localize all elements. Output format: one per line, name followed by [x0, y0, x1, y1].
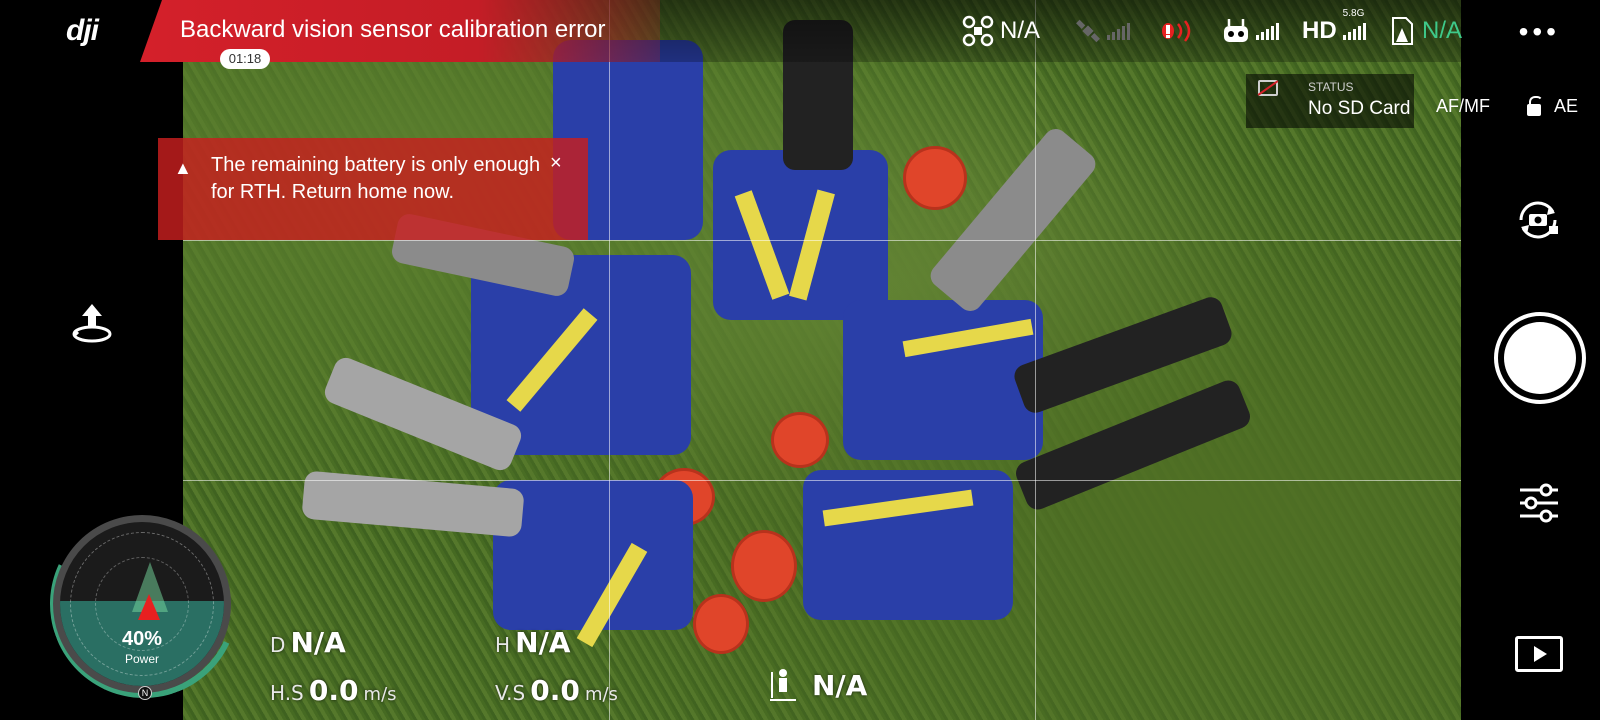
grid-line — [183, 480, 1461, 481]
error-banner-text[interactable]: Backward vision sensor calibration error — [180, 16, 606, 44]
obstacle-signal-icon — [1162, 20, 1191, 42]
ae-lock-button[interactable]: AE — [1554, 96, 1578, 117]
helmet — [903, 146, 967, 210]
sd-card-icon — [1258, 80, 1278, 96]
grid-line — [183, 240, 1461, 241]
warning-icon: ▲ — [174, 158, 192, 178]
playback-icon[interactable] — [1515, 636, 1563, 672]
drone-icon — [962, 15, 994, 47]
hd-band-label: 5.8G — [1342, 8, 1365, 19]
helmet — [693, 594, 749, 654]
north-indicator-icon: N — [138, 686, 152, 700]
height-label: H — [495, 633, 511, 657]
power-percent: 40% — [121, 628, 163, 650]
vertical-speed-readout: V.S 0.0 m/s — [495, 674, 618, 707]
vision-positioning-icon — [1392, 17, 1413, 45]
aircraft-status[interactable]: N/A — [962, 14, 1040, 48]
aircraft-arrow-icon — [138, 594, 160, 620]
vspeed-unit: m/s — [584, 684, 618, 705]
hspeed-unit: m/s — [363, 684, 397, 705]
horizontal-speed-readout: H.S 0.0 m/s — [270, 674, 397, 707]
vision-status-value: N/A — [1422, 17, 1463, 44]
vspeed-value: 0.0 — [530, 674, 580, 707]
af-mf-toggle[interactable]: AF/MF — [1436, 96, 1490, 117]
person — [803, 470, 1013, 620]
takeoff-icon[interactable] — [68, 300, 116, 348]
battery-warning: ▲ The remaining battery is only enough f… — [158, 138, 588, 240]
hd-label: HD — [1302, 17, 1337, 44]
dji-logo[interactable]: dji — [66, 14, 99, 48]
flight-timer: 01:18 — [220, 49, 270, 69]
status-label: STATUS — [1308, 80, 1354, 94]
distance-value: N/A — [290, 626, 346, 659]
hspeed-label: H.S — [270, 681, 304, 705]
grid-line — [1035, 0, 1036, 720]
distance-readout: D N/A — [270, 626, 346, 659]
more-menu-button[interactable]: ••• — [1519, 16, 1560, 48]
vision-height-icon — [770, 669, 796, 701]
vision-status[interactable]: N/A — [1390, 14, 1462, 48]
gps-status[interactable] — [1075, 14, 1130, 48]
vps-readout: N/A — [768, 668, 867, 702]
status-value: No SD Card — [1308, 98, 1411, 119]
power-label: Power — [124, 652, 159, 666]
height-readout: H N/A — [495, 626, 570, 659]
helmet — [771, 412, 829, 468]
rc-signal[interactable] — [1222, 14, 1279, 48]
hspeed-value: 0.0 — [308, 674, 359, 707]
camera-switch-icon[interactable] — [1513, 198, 1563, 242]
storage-status[interactable]: STATUS No SD Card — [1246, 74, 1414, 128]
shutter-button[interactable] — [1494, 312, 1586, 404]
radar-compass[interactable]: 40% Power — [53, 515, 231, 693]
battery-warning-text: The remaining battery is only enough for… — [211, 154, 541, 203]
gps-signal-bars — [1107, 22, 1130, 40]
grid-line — [609, 0, 610, 720]
video-link-signal[interactable]: HD 5.8G — [1302, 8, 1366, 48]
height-value: N/A — [515, 626, 571, 659]
hd-signal-bars — [1342, 22, 1366, 40]
lock-icon[interactable] — [1527, 96, 1543, 116]
close-icon[interactable]: × — [550, 152, 562, 175]
aircraft-status-value: N/A — [1000, 17, 1041, 44]
helmet — [731, 530, 797, 602]
rc-signal-bars — [1256, 22, 1279, 40]
remote-controller-icon — [1224, 19, 1248, 42]
vspeed-label: V.S — [495, 681, 526, 705]
obstacle-sensing-status[interactable] — [1160, 14, 1196, 48]
vps-value: N/A — [812, 668, 868, 702]
distance-label: D — [270, 633, 286, 657]
camera-settings-icon[interactable] — [1518, 482, 1560, 524]
satellite-icon — [1076, 19, 1100, 43]
